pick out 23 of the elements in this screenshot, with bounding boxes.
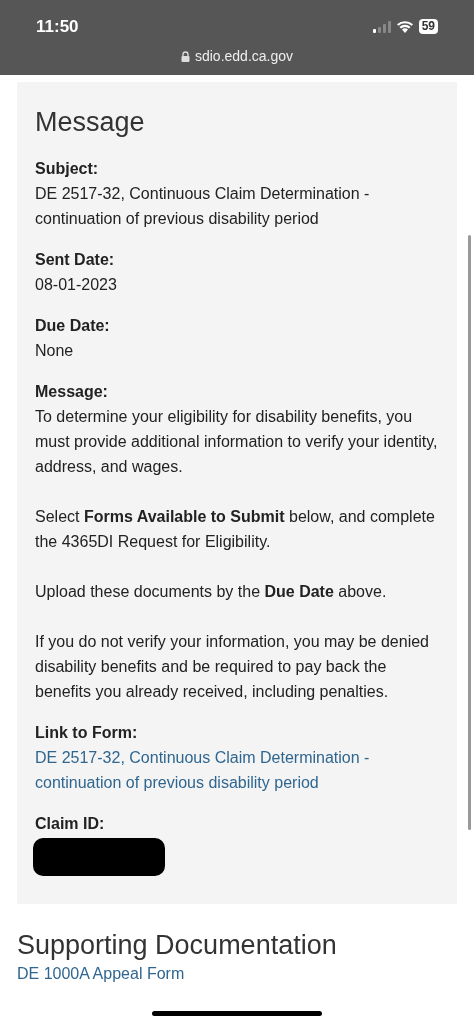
url-text: sdio.edd.ca.gov [194,46,294,66]
message-paragraph: If you do not verify your information, you may be denied disability benefits and be required to pay back the benefits you already received, including penalties. [35,632,430,702]
field-label: Message: [35,382,108,402]
field-value: 08-01-2023 [35,275,118,295]
message-paragraph: Select Forms Available to Submit below, and complete the 4365DI Request for Eligibility. [35,507,436,552]
signal-icon [372,20,391,33]
wifi-icon [395,20,414,34]
battery-indicator: 59 [418,19,438,35]
lock-icon [180,50,190,62]
field-value: DE 2517-32, Continuous Claim Determination - continuation of previous disability period [35,184,371,229]
field-label: Claim ID: [35,814,105,834]
field-label: Subject: [35,159,99,179]
clock-time: 11:50 [36,16,79,38]
document-link[interactable]: DE 1000A Appeal Form [0,962,474,986]
field-label: Due Date: [35,316,110,336]
message-title: Message [35,106,146,139]
field-label: Link to Form: [35,723,138,743]
field-label: Sent Date: [35,250,115,270]
message-paragraph: To determine your eligibility for disability benefits, you must provide additional information to verify your identity, address, and wages. [35,407,439,477]
message-paragraph: Upload these documents by the Due Date above. [35,582,388,602]
section-title: Supporting Documentation [16,929,338,962]
form-link[interactable]: DE 2517-32, Continuous Claim Determination - continuation of previous disability period [35,745,439,795]
field-value: None [35,341,75,361]
